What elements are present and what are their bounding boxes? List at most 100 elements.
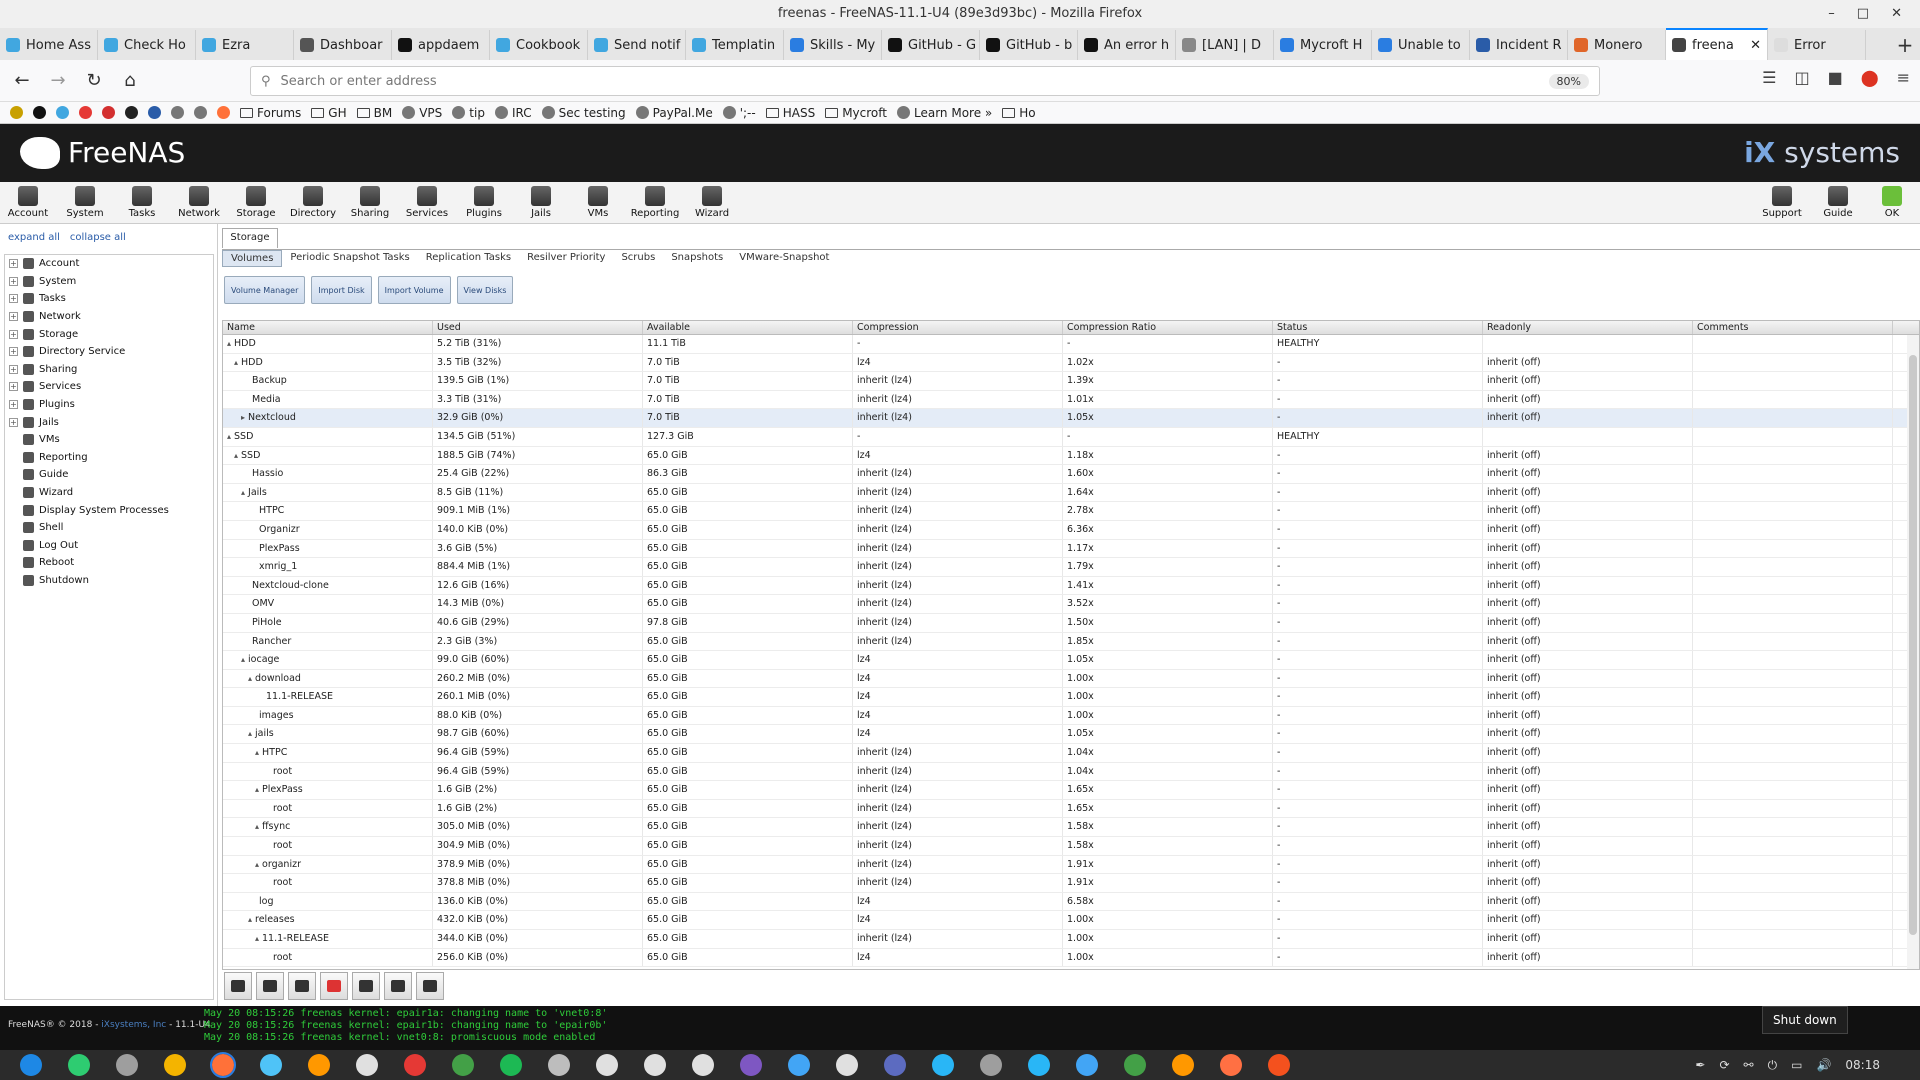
toolbar-directory-button[interactable]: Directory [285, 186, 341, 219]
table-row[interactable]: root 1.6 GiB (2%) 65.0 GiB inherit (lz4) 1.6… [223, 799, 1919, 819]
bookmark-favicon-icon[interactable] [148, 106, 161, 119]
browser-tab[interactable]: Unable to [1372, 30, 1470, 60]
taskbar-app-icon[interactable] [788, 1054, 810, 1076]
table-row[interactable]: log 136.0 KiB (0%) 65.0 GiB lz4 6.58x - inheri… [223, 892, 1919, 912]
snapshot-button[interactable] [416, 972, 444, 1000]
upgrade-button[interactable] [288, 972, 316, 1000]
table-row[interactable]: Backup 139.5 GiB (1%) 7.0 TiB inherit (lz4)… [223, 372, 1919, 391]
tab-storage[interactable]: Storage [222, 228, 278, 248]
home-button[interactable]: ⌂ [116, 67, 144, 95]
browser-tab[interactable]: Monero [1568, 30, 1666, 60]
browser-tab[interactable]: Mycroft H [1274, 30, 1372, 60]
column-header-name[interactable]: Name [223, 321, 433, 334]
browser-tab[interactable]: Cookbook [490, 30, 588, 60]
bookmark-favicon-icon[interactable] [56, 106, 69, 119]
browser-tab[interactable]: Home Ass [0, 30, 98, 60]
table-row[interactable]: ▴ jails 98.7 GiB (60%) 65.0 GiB lz4 1.05x - inh… [223, 725, 1919, 745]
taskbar-app-icon[interactable] [596, 1054, 618, 1076]
table-row[interactable]: Media 3.3 TiB (31%) 7.0 TiB inherit (lz4) 1.… [223, 390, 1919, 410]
column-header-status[interactable]: Status [1273, 321, 1483, 334]
browser-tab[interactable]: Check Ho [98, 30, 196, 60]
subtab-scrubs[interactable]: Scrubs [613, 250, 663, 267]
column-header-readonly[interactable]: Readonly [1483, 321, 1693, 334]
collapse-arrow-icon[interactable]: ▴ [255, 934, 259, 943]
tree-item-shutdown[interactable]: Shutdown [5, 572, 213, 590]
bookmark-favicon-icon[interactable] [217, 106, 230, 119]
table-row[interactable]: ▴ PlexPass 1.6 GiB (2%) 65.0 GiB inherit (lz… [223, 781, 1919, 800]
table-row[interactable]: ▸ Nextcloud 32.9 GiB (0%) 7.0 TiB inherit (l… [223, 409, 1919, 428]
bookmark-forums[interactable]: Forums [240, 106, 301, 120]
browser-tab[interactable]: Skills - My [784, 30, 882, 60]
bookmark-favicon-icon[interactable] [102, 106, 115, 119]
taskbar-app-icon[interactable] [1076, 1054, 1098, 1076]
browser-tab[interactable]: Ezra [196, 30, 294, 60]
tree-item-account[interactable]: + Account [5, 255, 213, 273]
browser-tab[interactable]: Send notif [588, 30, 686, 60]
expand-icon[interactable]: + [9, 294, 18, 304]
pen-icon[interactable]: ✒ [1695, 1058, 1705, 1072]
power-icon[interactable]: ⏻ [1768, 1058, 1778, 1073]
tree-item-network[interactable]: + Network [5, 308, 213, 326]
grid-scrollbar[interactable] [1907, 335, 1919, 969]
subtab-periodic-snapshot-tasks[interactable]: Periodic Snapshot Tasks [282, 250, 417, 267]
forward-button[interactable]: → [44, 67, 72, 95]
tree-item-sharing[interactable]: + Sharing [5, 361, 213, 379]
collapse-arrow-icon[interactable]: ▴ [234, 451, 238, 460]
table-row[interactable]: ▴ iocage 99.0 GiB (60%) 65.0 GiB lz4 1.05x - in… [223, 651, 1919, 670]
new-tab-button[interactable]: + [1890, 30, 1920, 60]
subtab-volumes[interactable]: Volumes [222, 250, 283, 267]
bookmark-irc[interactable]: IRC [494, 106, 532, 120]
taskbar-app-icon[interactable] [884, 1054, 906, 1076]
bookmark-vps[interactable]: VPS [402, 106, 442, 120]
tree-item-display-system-processes[interactable]: Display System Processes [5, 501, 213, 519]
table-row[interactable]: images 88.0 KiB (0%) 65.0 GiB lz4 1.00x - inhe… [223, 706, 1919, 726]
expand-icon[interactable]: + [9, 364, 18, 374]
column-header-available[interactable]: Available [643, 321, 853, 334]
menu-icon[interactable]: ≡ [1897, 68, 1910, 87]
table-row[interactable]: ▴ HDD 3.5 TiB (32%) 7.0 TiB lz4 1.02x - inherit… [223, 353, 1919, 373]
tree-item-guide[interactable]: Guide [5, 466, 213, 484]
taskbar-app-icon[interactable] [308, 1054, 330, 1076]
toolbar-network-button[interactable]: Network [171, 186, 227, 219]
table-row[interactable]: root 96.4 GiB (59%) 65.0 GiB inherit (lz4) 1… [223, 762, 1919, 782]
taskbar-app-icon[interactable] [1268, 1054, 1290, 1076]
table-row[interactable]: ▴ SSD 188.5 GiB (74%) 65.0 GiB lz4 1.18x - inhe… [223, 446, 1919, 466]
toolbar-reporting-button[interactable]: Reporting [627, 186, 683, 219]
company-link[interactable]: iXsystems, Inc [101, 1020, 166, 1030]
browser-tab[interactable]: An error h [1078, 30, 1176, 60]
taskbar-app-icon[interactable] [260, 1054, 282, 1076]
volume-icon[interactable]: 🔊 [1816, 1058, 1831, 1072]
minimize-button[interactable]: – [1828, 0, 1835, 28]
tab-close-icon[interactable]: ✕ [1750, 38, 1761, 53]
import-button[interactable] [224, 972, 252, 1000]
table-row[interactable]: root 378.8 MiB (0%) 65.0 GiB inherit (lz4) 1… [223, 874, 1919, 893]
volume-manager-button[interactable]: Volume Manager [224, 276, 306, 304]
expand-icon[interactable]: + [9, 276, 18, 286]
tree-item-vms[interactable]: VMs [5, 431, 213, 449]
expand-icon[interactable]: + [9, 312, 18, 322]
table-row[interactable]: root 256.0 KiB (0%) 65.0 GiB lz4 1.00x - inher… [223, 948, 1919, 968]
bookmark--[interactable]: ';-- [722, 106, 756, 120]
expand-icon[interactable]: + [9, 259, 18, 269]
url-bar[interactable]: ⚲ Search or enter address 80% [250, 66, 1600, 96]
browser-tab[interactable]: Error [1768, 30, 1866, 60]
bookmark-tip[interactable]: tip [452, 106, 485, 120]
taskbar-app-icon[interactable] [452, 1054, 474, 1076]
scrollbar-thumb[interactable] [1909, 355, 1917, 935]
close-window-button[interactable]: ✕ [1891, 0, 1902, 28]
tree-item-jails[interactable]: + Jails [5, 413, 213, 431]
bookmark-favicon-icon[interactable] [171, 106, 184, 119]
view-disks-button[interactable]: View Disks [456, 276, 514, 304]
toolbar-vms-button[interactable]: VMs [570, 186, 626, 219]
expand-icon[interactable]: + [9, 382, 18, 392]
import-disk-button[interactable]: Import Disk [311, 276, 372, 304]
toolbar-wizard-button[interactable]: Wizard [684, 186, 740, 219]
expand-icon[interactable]: + [9, 329, 18, 339]
taskbar-app-icon[interactable] [164, 1054, 186, 1076]
tree-item-shell[interactable]: Shell [5, 519, 213, 537]
collapse-arrow-icon[interactable]: ▴ [248, 729, 252, 738]
browser-tab[interactable]: Templatin [686, 30, 784, 60]
table-row[interactable]: PiHole 40.6 GiB (29%) 97.8 GiB inherit (lz4… [223, 613, 1919, 633]
zoom-indicator[interactable]: 80% [1548, 73, 1589, 89]
bookmark-ho[interactable]: Ho [1002, 106, 1036, 120]
